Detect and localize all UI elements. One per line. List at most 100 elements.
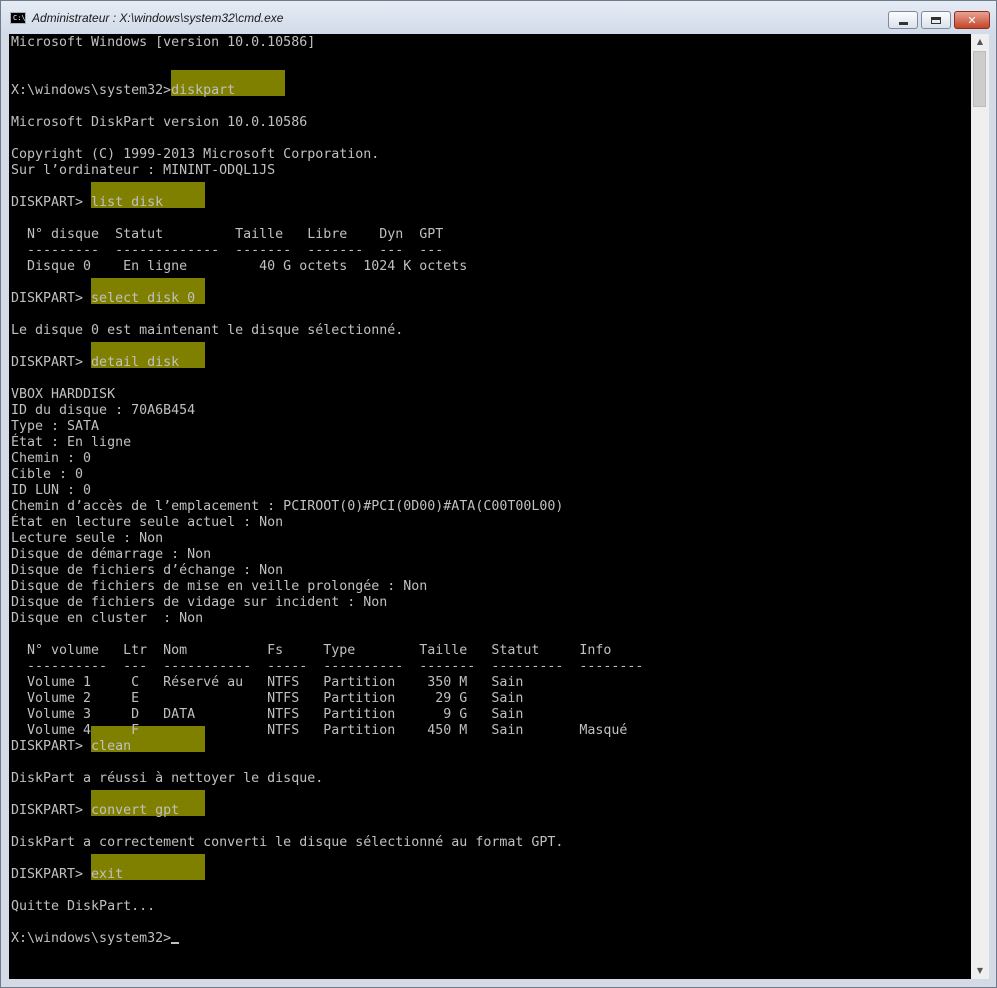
console-line-text: ---------- --- ----------- ----- -------… <box>11 659 644 674</box>
console-line-text: Disque de démarrage : Non <box>11 547 212 562</box>
console-line-text: Chemin d’accès de l’emplacement : PCIROO… <box>11 499 564 514</box>
prompt-text: X:\windows\system32> <box>11 931 172 946</box>
console-line-text: Microsoft DiskPart version 10.0.10586 <box>11 115 308 130</box>
console-line: --------- ------------- ------- ------- … <box>11 243 643 259</box>
console-line: Lecture seule : Non <box>11 531 643 547</box>
console-line: État : En ligne <box>11 435 643 451</box>
console-line: Disque de démarrage : Non <box>11 547 643 563</box>
console-line-text: VBOX HARDDISK <box>11 387 116 402</box>
close-icon: ✕ <box>967 13 977 27</box>
console-line: Chemin d’accès de l’emplacement : PCIROO… <box>11 499 643 515</box>
console-line: Disque de fichiers de vidage sur inciden… <box>11 595 643 611</box>
console-line-text: Type : SATA <box>11 419 100 434</box>
maximize-icon <box>931 16 941 24</box>
console-line-text: Disque de fichiers de vidage sur inciden… <box>11 595 388 610</box>
scroll-up-arrow-icon[interactable]: ▲ <box>971 34 989 50</box>
cmd-window: C:\ Administrateur : X:\windows\system32… <box>0 0 997 988</box>
prompt-line[interactable]: X:\windows\system32> <box>11 931 643 947</box>
vertical-scrollbar[interactable]: ▲ ▼ <box>971 34 989 979</box>
console-line: N° disque Statut Taille Libre Dyn GPT <box>11 227 643 243</box>
console-line-text: Quitte DiskPart... <box>11 899 156 914</box>
console-line: ---------- --- ----------- ----- -------… <box>11 659 643 675</box>
scrollbar-thumb[interactable] <box>973 51 986 107</box>
console-line-text: Microsoft Windows [version 10.0.10586] <box>11 35 316 50</box>
console-line-text: X:\windows\system32>diskpart <box>11 83 236 98</box>
console-line: N° volume Ltr Nom Fs Type Taille Statut … <box>11 643 643 659</box>
console-line: DiskPart a réussi à nettoyer le disque. <box>11 771 643 787</box>
console-line-text: Copyright (C) 1999-2013 Microsoft Corpor… <box>11 147 380 162</box>
console-line: DISKPART> clean <box>11 726 643 755</box>
console-line-text: N° disque Statut Taille Libre Dyn GPT <box>11 227 444 242</box>
console-line-text: Volume 1 C Réservé au NTFS Partition 350… <box>11 675 524 690</box>
console-line: DISKPART> select disk 0 <box>11 278 643 307</box>
console-line-text: DISKPART> exit <box>11 867 124 882</box>
text-cursor <box>171 942 180 944</box>
console-line: Microsoft Windows [version 10.0.10586] <box>11 35 643 51</box>
console-line-text: --------- ------------- ------- ------- … <box>11 243 444 258</box>
title-bar[interactable]: C:\ Administrateur : X:\windows\system32… <box>1 1 996 34</box>
console-line-text: N° volume Ltr Nom Fs Type Taille Statut … <box>11 643 612 658</box>
console-line-text: DISKPART> convert gpt <box>11 803 180 818</box>
console-line: DiskPart a correctement converti le disq… <box>11 835 643 851</box>
console-line-text: DISKPART> select disk 0 <box>11 291 196 306</box>
console-line: DISKPART> convert gpt <box>11 790 643 819</box>
console-line: Disque de fichiers de mise en veille pro… <box>11 579 643 595</box>
console-line: ID LUN : 0 <box>11 483 643 499</box>
console-line-text: Cible : 0 <box>11 467 84 482</box>
console-line-text: Disque 0 En ligne 40 G octets 1024 K oct… <box>11 259 468 274</box>
console-line-text: État en lecture seule actuel : Non <box>11 515 284 530</box>
console-line: ID du disque : 70A6B454 <box>11 403 643 419</box>
console-line-text: DISKPART> detail disk <box>11 355 180 370</box>
console-line: X:\windows\system32>diskpart <box>11 70 643 99</box>
console-line-text: DISKPART> clean <box>11 739 132 754</box>
console-line: Quitte DiskPart... <box>11 899 643 915</box>
console-line: Volume 3 D DATA NTFS Partition 9 G Sain <box>11 707 643 723</box>
console-line-text: DISKPART> list disk <box>11 195 164 210</box>
minimize-icon <box>898 21 908 25</box>
console-line: VBOX HARDDISK <box>11 387 643 403</box>
console-line-text: Le disque 0 est maintenant le disque sél… <box>11 323 404 338</box>
cmd-icon-text: C:\ <box>13 14 26 22</box>
console-lines: Microsoft Windows [version 10.0.10586] X… <box>11 35 643 947</box>
console-line-text: Volume 4 F NTFS Partition 450 M Sain Mas… <box>11 723 628 738</box>
window-title: Administrateur : X:\windows\system32\cmd… <box>32 11 284 25</box>
cmd-app-icon[interactable]: C:\ <box>10 12 26 24</box>
console-line-text: Disque de fichiers de mise en veille pro… <box>11 579 428 594</box>
console-line-text: Chemin : 0 <box>11 451 92 466</box>
console-line: DISKPART> list disk <box>11 182 643 211</box>
console-line: Volume 1 C Réservé au NTFS Partition 350… <box>11 675 643 691</box>
console-line-text: Disque de fichiers d’échange : Non <box>11 563 284 578</box>
scroll-down-arrow-icon[interactable]: ▼ <box>971 963 989 979</box>
console-line: Disque de fichiers d’échange : Non <box>11 563 643 579</box>
maximize-button[interactable] <box>921 11 951 29</box>
console-line: Le disque 0 est maintenant le disque sél… <box>11 323 643 339</box>
console-line: Volume 4 F NTFS Partition 450 M Sain Mas… <box>11 723 643 739</box>
console-line: DISKPART> detail disk <box>11 342 643 371</box>
console-line: Sur l’ordinateur : MININT-ODQL1JS <box>11 163 643 179</box>
console-line: Chemin : 0 <box>11 451 643 467</box>
console-line: Type : SATA <box>11 419 643 435</box>
console-output[interactable]: Microsoft Windows [version 10.0.10586] X… <box>9 34 971 979</box>
console-line: Cible : 0 <box>11 467 643 483</box>
console-line: Copyright (C) 1999-2013 Microsoft Corpor… <box>11 147 643 163</box>
console-line-text: Disque en cluster : Non <box>11 611 204 626</box>
console-line: Disque en cluster : Non <box>11 611 643 627</box>
console-line-text: Sur l’ordinateur : MININT-ODQL1JS <box>11 163 276 178</box>
minimize-button[interactable] <box>888 11 918 29</box>
console-line-text: Volume 2 E NTFS Partition 29 G Sain <box>11 691 524 706</box>
close-button[interactable]: ✕ <box>954 11 990 29</box>
console-line: Volume 2 E NTFS Partition 29 G Sain <box>11 691 643 707</box>
console-line-text: DiskPart a correctement converti le disq… <box>11 835 564 850</box>
console-line-text: DiskPart a réussi à nettoyer le disque. <box>11 771 324 786</box>
console-line-text: Volume 3 D DATA NTFS Partition 9 G Sain <box>11 707 524 722</box>
